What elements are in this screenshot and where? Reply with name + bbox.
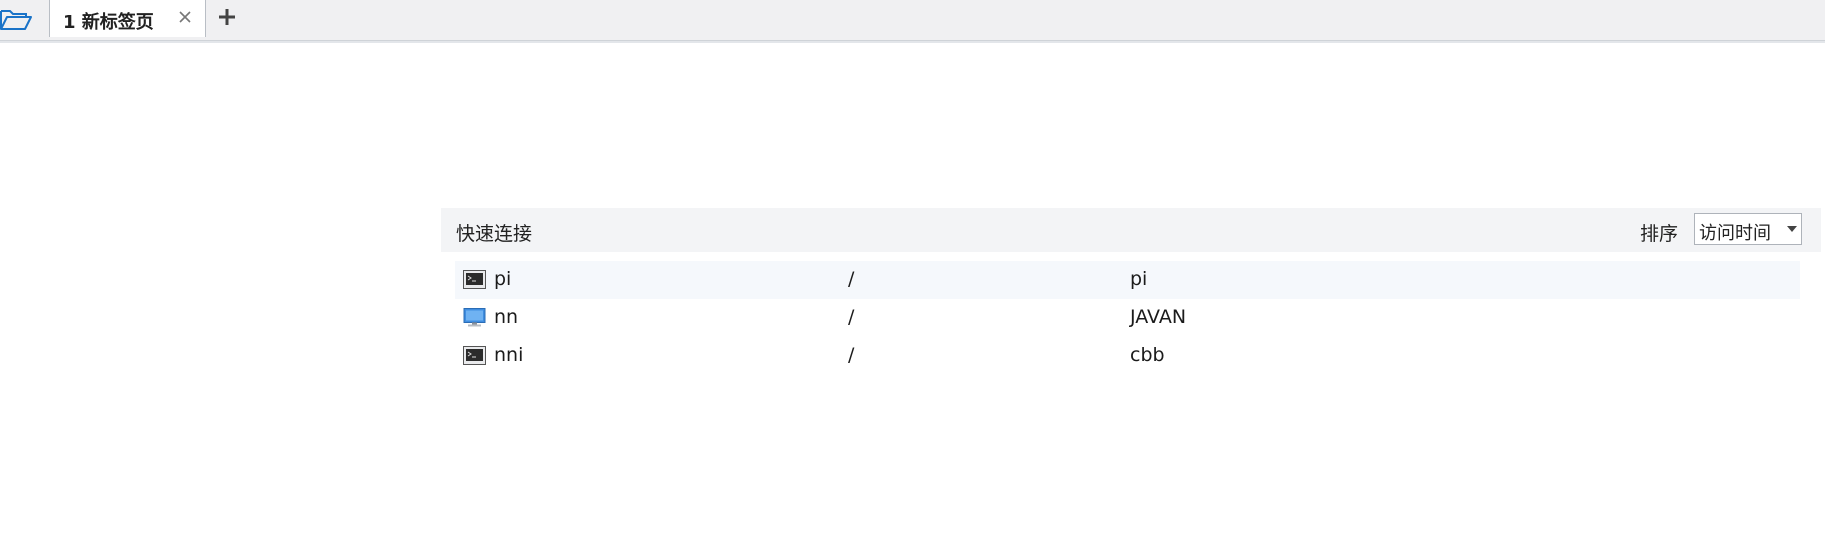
add-tab-icon[interactable]: [216, 6, 238, 28]
session-user: JAVAN: [1130, 306, 1187, 328]
session-path: /: [848, 306, 855, 328]
open-folder-button[interactable]: [0, 0, 50, 37]
terminal-icon: [463, 346, 486, 365]
monitor-icon: [463, 308, 486, 327]
quick-connect-title: 快速连接: [456, 223, 533, 245]
tab-label: 1 新标签页: [63, 12, 154, 33]
list-item[interactable]: nn / JAVAN: [455, 299, 1800, 337]
terminal-icon: [463, 270, 486, 289]
folder-open-icon: [0, 10, 32, 30]
sort-label: 排序: [1640, 223, 1679, 245]
session-path: /: [848, 344, 855, 366]
sort-select[interactable]: 访问时间: [1694, 213, 1802, 245]
session-user: pi: [1130, 268, 1148, 290]
tab-bar: 1 新标签页: [0, 0, 1825, 41]
session-name: nni: [494, 344, 524, 366]
tab-new-tab[interactable]: 1 新标签页: [50, 0, 206, 37]
tabbar-divider: [0, 41, 1825, 43]
list-item[interactable]: nni / cbb: [455, 337, 1800, 375]
quick-connect-header: 快速连接 排序 访问时间: [441, 208, 1821, 252]
sort-value: 访问时间: [1699, 223, 1771, 244]
list-item[interactable]: pi / pi: [455, 261, 1800, 299]
session-user: cbb: [1130, 344, 1165, 366]
session-name: pi: [494, 268, 512, 290]
session-list: pi / pi nn / JAVAN nni / cbb: [455, 261, 1800, 375]
session-path: /: [848, 268, 855, 290]
chevron-down-icon: [1787, 226, 1797, 232]
session-name: nn: [494, 306, 519, 328]
close-icon[interactable]: [176, 8, 194, 26]
